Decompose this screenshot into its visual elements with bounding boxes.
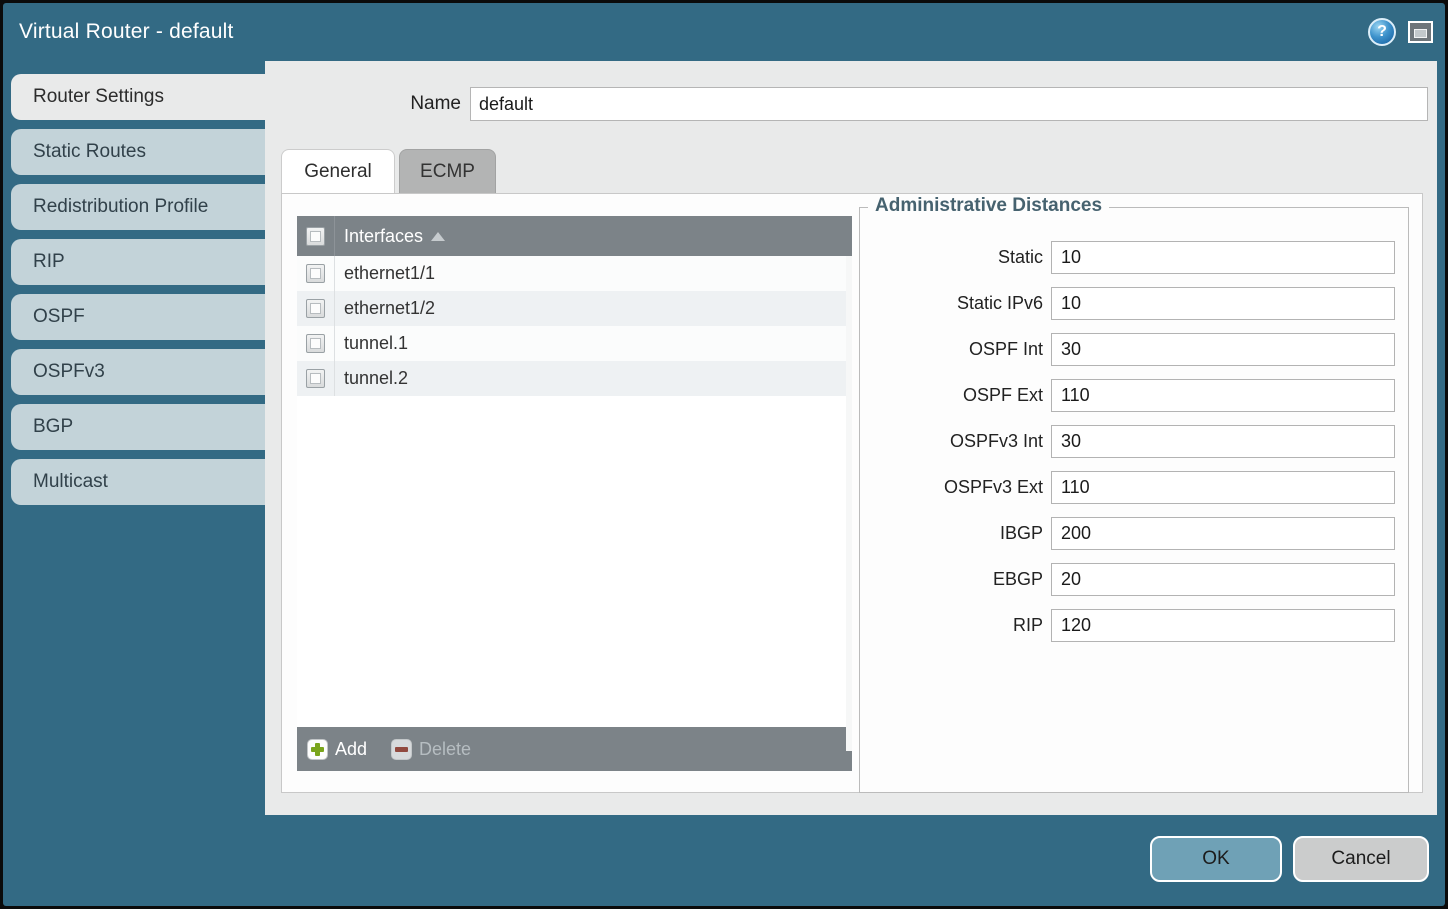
sidebar-item-ospf[interactable]: OSPF [11, 294, 265, 340]
ok-button[interactable]: OK [1150, 836, 1282, 882]
row-checkbox[interactable] [306, 264, 325, 283]
interfaces-table-header: Interfaces [297, 216, 852, 256]
tabstrip: General ECMP [281, 149, 496, 193]
content-area: Name General ECMP Interfaces [265, 61, 1437, 815]
table-row[interactable]: ethernet1/1 [297, 256, 852, 291]
ebgp-label: EBGP [860, 569, 1043, 590]
sidebar-item-multicast[interactable]: Multicast [11, 459, 265, 505]
field-row-ospf-int: OSPF Int [860, 333, 1408, 366]
interfaces-column-header[interactable]: Interfaces [344, 226, 423, 247]
sidebar-item-static-routes[interactable]: Static Routes [11, 129, 265, 175]
static-ipv6-label: Static IPv6 [860, 293, 1043, 314]
ospfv3-int-input[interactable] [1051, 425, 1395, 458]
administrative-distances-fieldset: Administrative Distances Static Static I… [859, 207, 1409, 793]
sidebar-item-rip[interactable]: RIP [11, 239, 265, 285]
row-checkbox[interactable] [306, 299, 325, 318]
name-row: Name [265, 87, 1428, 121]
table-empty-body [297, 396, 852, 727]
row-checkbox[interactable] [306, 334, 325, 353]
select-all-checkbox-inner [310, 231, 321, 242]
field-row-ospfv3-ext: OSPFv3 Ext [860, 471, 1408, 504]
tab-general[interactable]: General [281, 149, 395, 193]
table-row[interactable]: tunnel.2 [297, 361, 852, 396]
interface-name: ethernet1/1 [344, 263, 435, 284]
add-button-label: Add [335, 739, 367, 760]
general-tab-panel: Interfaces ethernet1/1 [281, 193, 1423, 793]
row-checkbox-inner [310, 303, 321, 314]
field-row-static: Static [860, 241, 1408, 274]
interfaces-table: Interfaces ethernet1/1 [297, 216, 852, 771]
table-row[interactable]: ethernet1/2 [297, 291, 852, 326]
interface-name: ethernet1/2 [344, 298, 435, 319]
row-checkbox[interactable] [306, 369, 325, 388]
select-all-checkbox[interactable] [306, 227, 325, 246]
delete-button-label: Delete [419, 739, 471, 760]
tab-ecmp[interactable]: ECMP [399, 149, 496, 193]
administrative-distances-rows: Static Static IPv6 OSPF Int OSPF Ext [860, 241, 1408, 655]
table-scrollbar[interactable] [846, 256, 852, 751]
plus-icon [307, 739, 328, 760]
row-checkbox-cell [297, 361, 335, 396]
sidebar-item-router-settings[interactable]: Router Settings [11, 74, 265, 120]
help-icon[interactable]: ? [1368, 18, 1396, 46]
interface-name: tunnel.1 [344, 333, 408, 354]
row-checkbox-inner [310, 373, 321, 384]
sidebar-item-ospfv3[interactable]: OSPFv3 [11, 349, 265, 395]
field-row-rip: RIP [860, 609, 1408, 642]
delete-button: Delete [391, 739, 471, 760]
virtual-router-dialog: Virtual Router - default ? Router Settin… [3, 3, 1445, 906]
interface-name: tunnel.2 [344, 368, 408, 389]
restore-window-icon[interactable] [1408, 21, 1433, 43]
sort-ascending-icon[interactable] [431, 232, 445, 241]
cancel-button[interactable]: Cancel [1293, 836, 1429, 882]
static-ipv6-input[interactable] [1051, 287, 1395, 320]
ospf-ext-label: OSPF Ext [860, 385, 1043, 406]
static-label: Static [860, 247, 1043, 268]
row-checkbox-cell [297, 326, 335, 361]
table-row[interactable]: tunnel.1 [297, 326, 852, 361]
ibgp-input[interactable] [1051, 517, 1395, 550]
ospfv3-ext-label: OSPFv3 Ext [860, 477, 1043, 498]
field-row-static-ipv6: Static IPv6 [860, 287, 1408, 320]
field-row-ospf-ext: OSPF Ext [860, 379, 1408, 412]
ospf-int-label: OSPF Int [860, 339, 1043, 360]
ospf-int-input[interactable] [1051, 333, 1395, 366]
table-footer: Add Delete [297, 727, 852, 771]
name-label: Name [410, 93, 461, 115]
name-input[interactable] [470, 87, 1428, 121]
administrative-distances-title: Administrative Distances [868, 195, 1109, 217]
rip-label: RIP [860, 615, 1043, 636]
ebgp-input[interactable] [1051, 563, 1395, 596]
sidebar-item-redistribution-profile[interactable]: Redistribution Profile [11, 184, 265, 230]
field-row-ebgp: EBGP [860, 563, 1408, 596]
ospfv3-int-label: OSPFv3 Int [860, 431, 1043, 452]
ospf-ext-input[interactable] [1051, 379, 1395, 412]
sidebar-padding [3, 61, 265, 74]
static-input[interactable] [1051, 241, 1395, 274]
sidebar-item-bgp[interactable]: BGP [11, 404, 265, 450]
ibgp-label: IBGP [860, 523, 1043, 544]
restore-window-icon-inner [1414, 29, 1427, 38]
rip-input[interactable] [1051, 609, 1395, 642]
sidebar: Router Settings Static Routes Redistribu… [3, 61, 265, 906]
minus-icon [391, 739, 412, 760]
row-checkbox-inner [310, 338, 321, 349]
row-checkbox-inner [310, 268, 321, 279]
row-checkbox-cell [297, 256, 335, 291]
ospfv3-ext-input[interactable] [1051, 471, 1395, 504]
field-row-ibgp: IBGP [860, 517, 1408, 550]
dialog-titlebar: Virtual Router - default ? [3, 3, 1445, 61]
add-button[interactable]: Add [307, 739, 367, 760]
dialog-title: Virtual Router - default [19, 20, 234, 44]
field-row-ospfv3-int: OSPFv3 Int [860, 425, 1408, 458]
select-all-cell [297, 216, 335, 256]
row-checkbox-cell [297, 291, 335, 326]
